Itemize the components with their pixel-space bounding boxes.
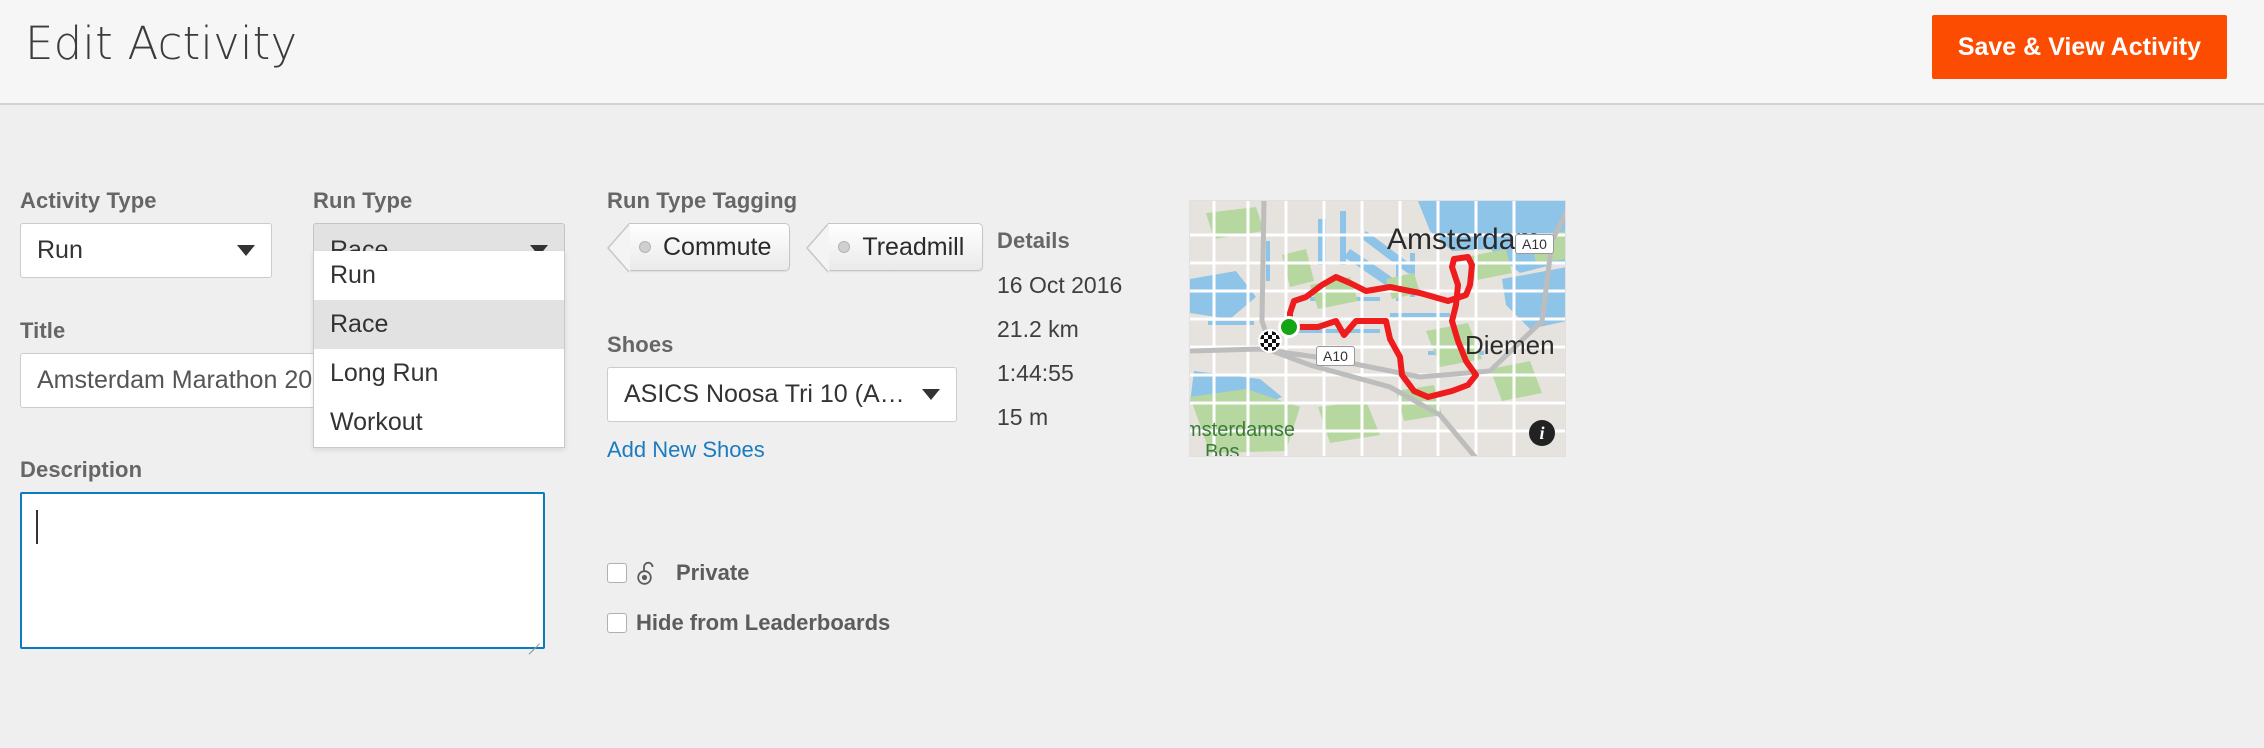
private-checkbox[interactable] xyxy=(607,563,627,583)
run-type-tagging-field: Run Type Tagging Commute Treadmill xyxy=(607,188,984,273)
edit-activity-page: Edit Activity Save & View Activity Activ… xyxy=(0,0,2264,748)
page-header: Edit Activity Save & View Activity xyxy=(0,0,2264,105)
shoes-field: Shoes ASICS Noosa Tri 10 (Aqua Mi… Add N… xyxy=(607,332,957,463)
description-textarea[interactable] xyxy=(20,492,545,655)
details-distance: 21.2 km xyxy=(997,316,1079,342)
private-label: Private xyxy=(676,560,750,585)
privacy-options: Private Hide from Leaderboards xyxy=(607,560,890,660)
description-field: Description xyxy=(20,457,545,655)
shoes-value: ASICS Noosa Tri 10 (Aqua Mi… xyxy=(624,380,912,408)
activity-route-map[interactable]: Amsterdam Diemen msterdamse Bos A10 A10 … xyxy=(1189,200,1566,457)
activity-type-field: Activity Type Run xyxy=(20,188,272,278)
save-and-view-activity-button[interactable]: Save & View Activity xyxy=(1931,15,2227,79)
run-type-label: Run Type xyxy=(313,188,413,213)
chevron-down-icon xyxy=(237,245,255,256)
activity-type-label: Activity Type xyxy=(20,188,157,213)
details-time: 1:44:55 xyxy=(997,360,1074,386)
details-label: Details xyxy=(997,228,1070,253)
details-panel: Details 16 Oct 2016 21.2 km 1:44:55 15 m xyxy=(997,228,1122,448)
tag-point-fill xyxy=(609,224,630,272)
text-cursor xyxy=(36,510,38,544)
page-title: Edit Activity xyxy=(25,17,298,70)
hide-leaderboards-label: Hide from Leaderboards xyxy=(636,610,891,635)
tag-label-commute: Commute xyxy=(663,232,772,261)
details-elevation: 15 m xyxy=(997,404,1049,430)
tag-label-treadmill: Treadmill xyxy=(862,232,965,261)
private-row: Private xyxy=(607,560,890,586)
activity-type-select[interactable]: Run xyxy=(20,223,272,278)
run-type-option-long-run[interactable]: Long Run xyxy=(314,349,564,398)
activity-type-value: Run xyxy=(37,236,83,264)
tag-button-treadmill[interactable]: Treadmill xyxy=(806,223,984,273)
chevron-down-icon xyxy=(922,389,940,400)
resize-handle-icon[interactable] xyxy=(524,628,540,655)
map-shield-a10-top: A10 xyxy=(1515,234,1554,254)
map-shield-a10-bottom: A10 xyxy=(1316,346,1355,366)
run-type-option-workout[interactable]: Workout xyxy=(314,398,564,447)
run-type-field: Run Type Race Run Race Long Run Workout xyxy=(313,188,565,448)
hide-leaderboards-row: Hide from Leaderboards xyxy=(607,610,890,636)
tag-point-fill xyxy=(808,224,830,272)
run-type-tagging-label: Run Type Tagging xyxy=(607,188,798,213)
tag-hole-icon xyxy=(639,241,651,253)
run-type-dropdown-list: Run Race Long Run Workout xyxy=(313,251,565,448)
run-type-option-race[interactable]: Race xyxy=(314,300,564,349)
finish-flag-icon xyxy=(1258,329,1282,353)
description-label: Description xyxy=(20,457,143,482)
shoes-label: Shoes xyxy=(607,332,674,357)
details-date: 16 Oct 2016 xyxy=(997,272,1123,298)
map-info-button[interactable]: i xyxy=(1529,420,1555,446)
run-type-option-run[interactable]: Run xyxy=(314,251,564,300)
tag-hole-icon xyxy=(838,241,851,253)
shoes-select[interactable]: ASICS Noosa Tri 10 (Aqua Mi… xyxy=(607,367,957,422)
add-new-shoes-link[interactable]: Add New Shoes xyxy=(607,437,765,463)
map-canvas xyxy=(1190,201,1565,456)
tag-button-group: Commute Treadmill xyxy=(607,223,984,273)
start-dot-icon xyxy=(1278,316,1300,338)
open-lock-icon xyxy=(637,561,654,585)
hide-leaderboards-checkbox[interactable] xyxy=(607,613,627,633)
tag-button-commute[interactable]: Commute xyxy=(607,223,791,273)
